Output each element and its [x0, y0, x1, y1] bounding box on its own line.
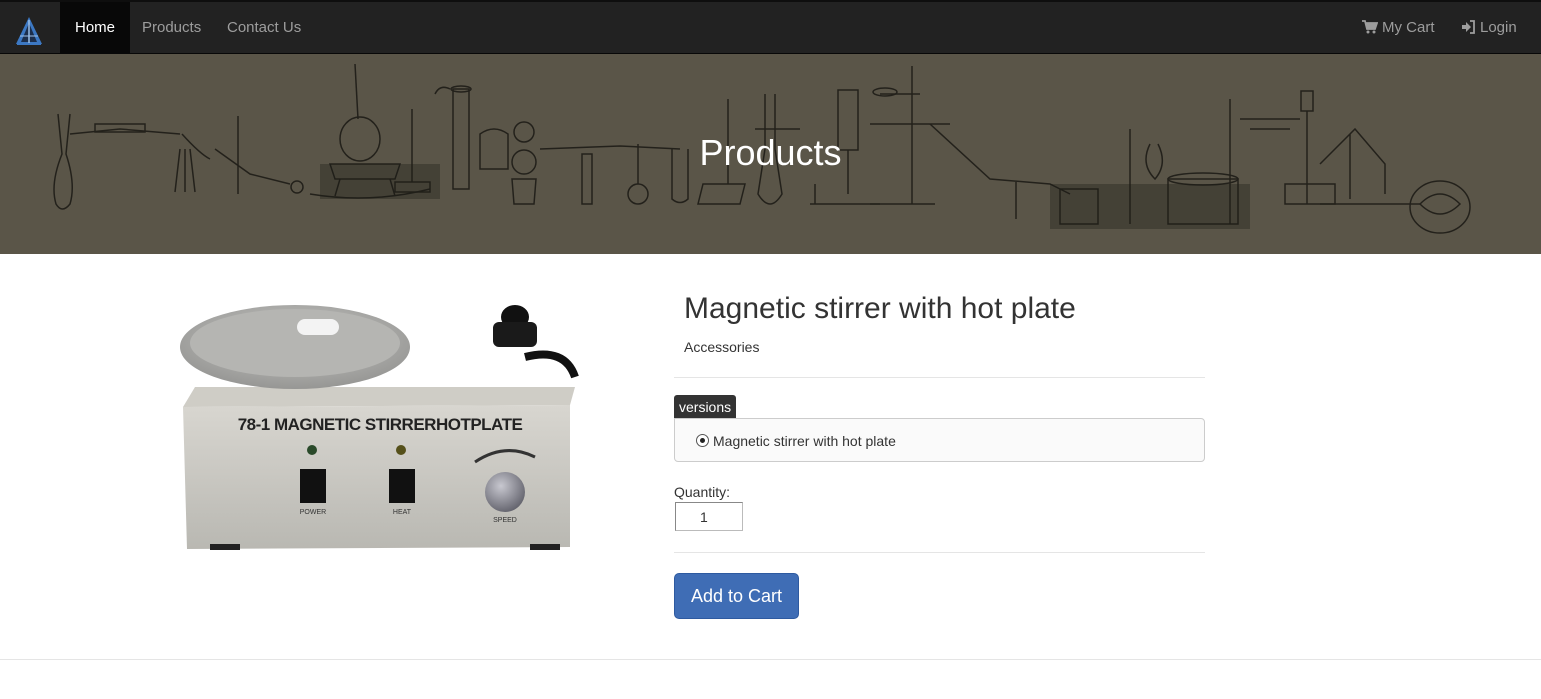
sign-in-icon	[1462, 20, 1475, 34]
divider	[674, 377, 1205, 378]
version-option-label[interactable]: Magnetic stirrer with hot plate	[713, 433, 896, 449]
footer-divider	[0, 659, 1541, 660]
product-image-heat-text: HEAT	[393, 509, 412, 516]
products-hero-banner: Products	[0, 54, 1541, 254]
my-cart-label: My Cart	[1382, 19, 1435, 36]
hero-title: Products	[699, 132, 842, 173]
quantity-label: Quantity:	[674, 484, 731, 500]
nav-home[interactable]: Home	[60, 2, 131, 54]
version-radio[interactable]	[696, 434, 709, 447]
top-navbar: Home Products Contact Us My Cart Login	[0, 0, 1541, 54]
login-link[interactable]: Login	[1446, 2, 1532, 54]
triangle-logo-icon[interactable]	[12, 14, 46, 48]
versions-label: versions	[674, 395, 737, 420]
versions-group: Magnetic stirrer with hot plate	[674, 418, 1205, 462]
quantity-input[interactable]	[675, 502, 743, 531]
product-title: Magnetic stirrer with hot plate	[684, 292, 1076, 325]
product-category: Accessories	[684, 339, 760, 355]
divider	[674, 552, 1205, 553]
product-image-speed-text: SPEED	[493, 517, 517, 524]
product-image-model-text: 78-1 MAGNETIC STIRRERHOTPLATE	[238, 415, 523, 434]
nav-contact-us[interactable]: Contact Us	[212, 2, 316, 54]
login-label: Login	[1480, 19, 1517, 36]
nav-products[interactable]: Products	[127, 2, 216, 54]
product-image: 78-1 MAGNETIC STIRRERHOTPLATE POWER HEAT…	[180, 305, 579, 550]
shopping-cart-icon	[1362, 20, 1379, 34]
add-to-cart-button[interactable]: Add to Cart	[674, 573, 799, 619]
my-cart-link[interactable]: My Cart	[1347, 2, 1450, 54]
product-image-power-text: POWER	[300, 509, 326, 516]
